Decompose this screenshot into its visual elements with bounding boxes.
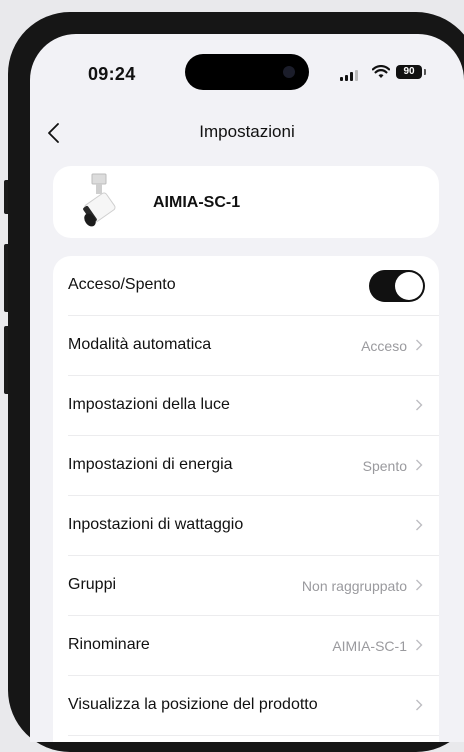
device-name: AIMIA-SC-1 bbox=[153, 194, 241, 211]
row-label: Rinominare bbox=[68, 636, 150, 653]
row-value: Non raggruppato bbox=[301, 578, 407, 594]
row-light-settings[interactable]: Impostazioni della luce bbox=[53, 376, 439, 436]
row-label: Visualizza la posizione del prodotto bbox=[68, 696, 318, 713]
chevron-right-icon bbox=[416, 699, 423, 711]
row-label: Modalità automatica bbox=[68, 336, 212, 353]
battery-icon: 90 bbox=[396, 65, 426, 79]
chevron-right-icon bbox=[416, 339, 423, 351]
phone-frame: 09:24 90 Impostazioni AIMIA-SC-1 Acceso/… bbox=[8, 12, 464, 752]
screen: 09:24 90 Impostazioni AIMIA-SC-1 Acceso/… bbox=[30, 34, 464, 742]
signal-icon bbox=[340, 70, 358, 81]
row-product-location[interactable]: Visualizza la posizione del prodotto bbox=[53, 676, 439, 736]
track-light-icon bbox=[83, 173, 116, 227]
row-label: Gruppi bbox=[68, 576, 117, 593]
row-label: Inpostazioni di wattaggio bbox=[68, 516, 244, 533]
row-value: AIMIA-SC-1 bbox=[332, 638, 407, 654]
row-label: Impostazioni di energia bbox=[68, 456, 233, 473]
dynamic-island bbox=[185, 54, 309, 90]
divider bbox=[68, 735, 439, 736]
camera-icon bbox=[283, 66, 295, 78]
status-time: 09:24 bbox=[88, 64, 136, 84]
row-label: Impostazioni della luce bbox=[68, 396, 230, 413]
navigation-bar: Impostazioni bbox=[30, 114, 464, 154]
settings-list: Acceso/Spento Modalità automatica Acceso… bbox=[53, 256, 439, 742]
chevron-right-icon bbox=[416, 519, 423, 531]
row-wattage-settings[interactable]: Inpostazioni di wattaggio bbox=[53, 496, 439, 556]
power-row: Acceso/Spento bbox=[53, 256, 439, 316]
row-automatic-mode[interactable]: Modalità automatica Acceso bbox=[53, 316, 439, 376]
power-toggle[interactable] bbox=[369, 270, 425, 302]
toggle-knob bbox=[395, 272, 423, 300]
chevron-right-icon bbox=[416, 639, 423, 651]
wifi-icon bbox=[372, 65, 390, 78]
chevron-right-icon bbox=[416, 579, 423, 591]
row-energy-settings[interactable]: Impostazioni di energia Spento bbox=[53, 436, 439, 496]
chevron-right-icon bbox=[416, 459, 423, 471]
page-title: Impostazioni bbox=[199, 122, 295, 141]
power-label: Acceso/Spento bbox=[68, 276, 176, 293]
status-bar: 09:24 90 bbox=[30, 34, 464, 104]
row-rename[interactable]: Rinominare AIMIA-SC-1 bbox=[53, 616, 439, 676]
device-card[interactable]: AIMIA-SC-1 bbox=[53, 166, 439, 238]
chevron-right-icon bbox=[416, 399, 423, 411]
row-value: Spento bbox=[362, 458, 407, 474]
row-value: Acceso bbox=[361, 338, 407, 354]
row-groups[interactable]: Gruppi Non raggruppato bbox=[53, 556, 439, 616]
